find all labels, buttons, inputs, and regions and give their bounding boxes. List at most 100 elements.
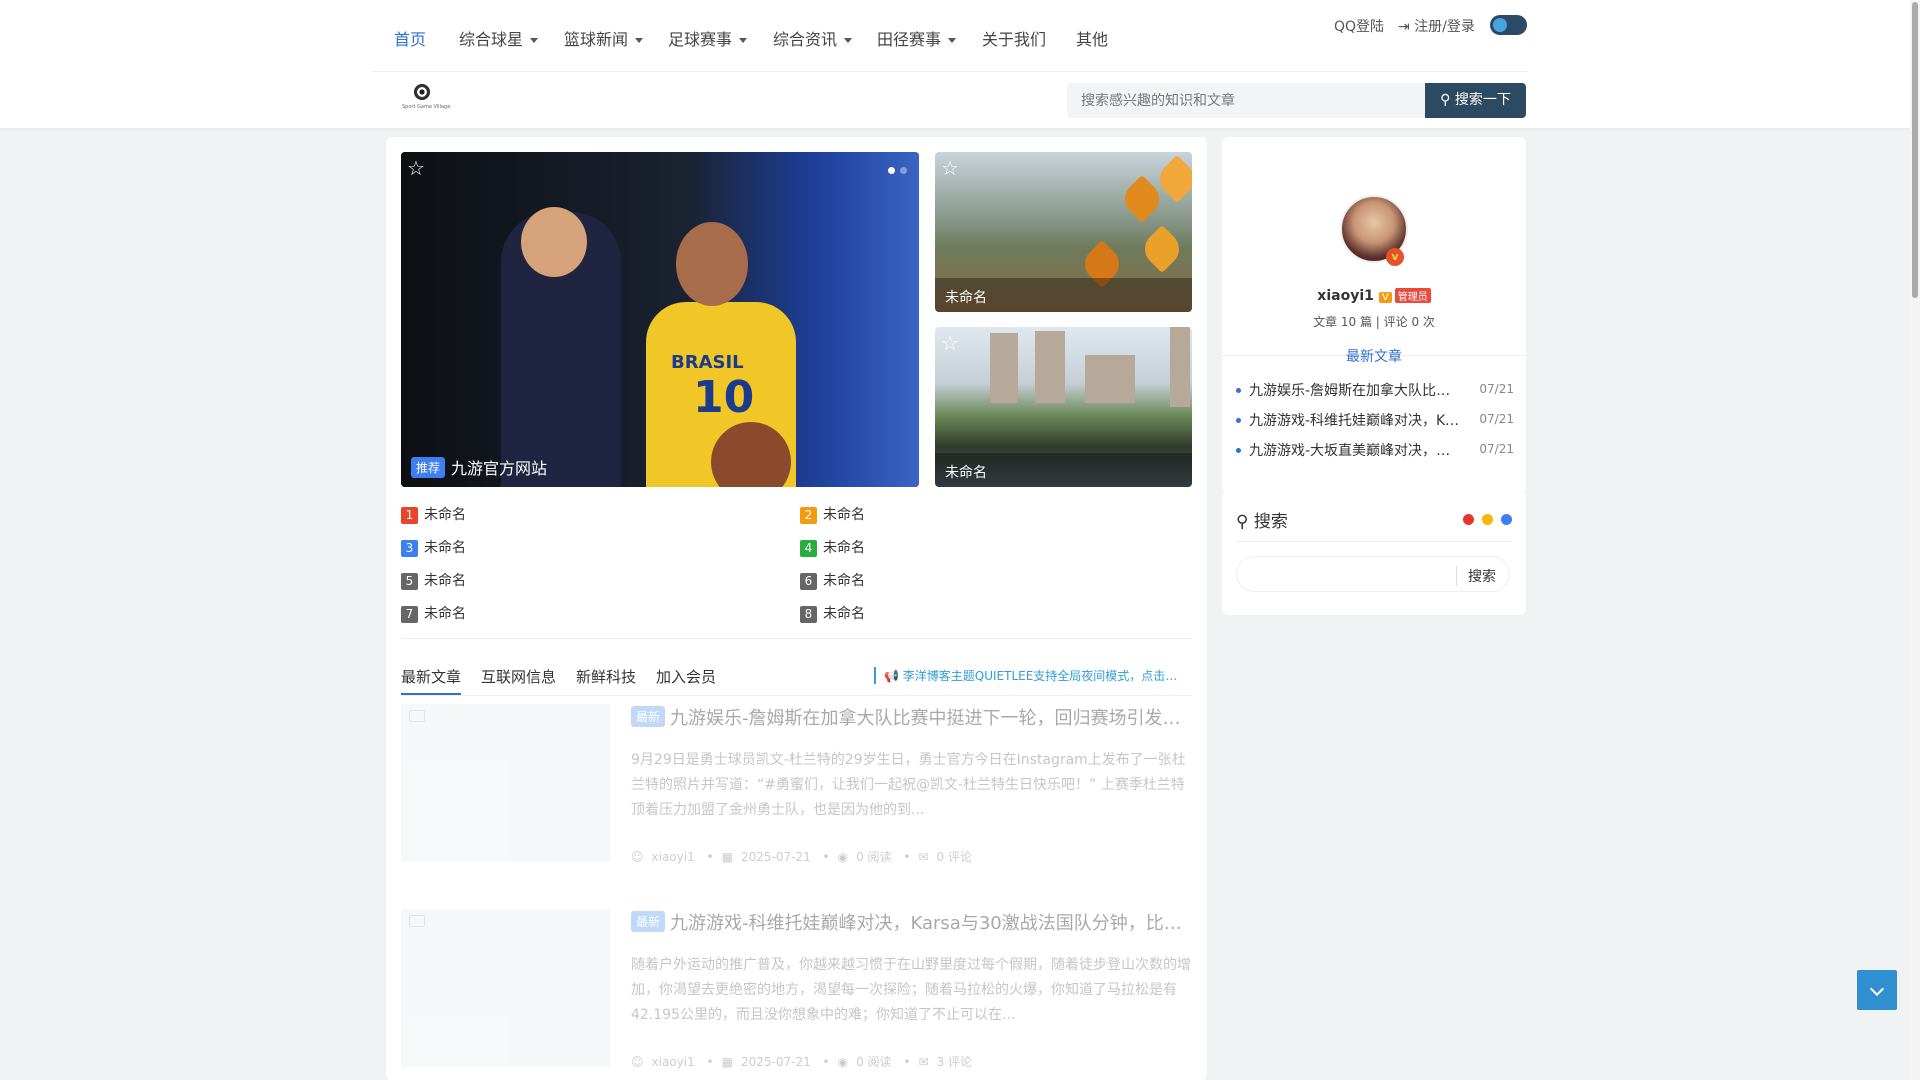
nav-home[interactable]: 首页 — [394, 26, 426, 50]
qq-login-link[interactable]: QQ登陆 — [1334, 16, 1384, 36]
ranked-item-title: 未命名 — [424, 573, 466, 589]
profile-post-item[interactable]: 九游游戏-科维托娃巅峰对决，Karsa与30激战 07/21 — [1236, 410, 1514, 430]
nav-football[interactable]: 足球赛事 — [668, 26, 748, 50]
notice-marquee[interactable]: 📢 李洋博客主题QUIETLEE支持全局夜间模式，点击右上角图标切换 — [874, 667, 1184, 684]
carousel-dot[interactable] — [888, 167, 895, 174]
ranked-item-title: 未命名 — [823, 606, 865, 622]
header-search-button[interactable]: ⚲ 搜索一下 — [1425, 83, 1526, 118]
side-card-autumn[interactable]: ☆ 未命名 — [935, 152, 1192, 312]
article-thumbnail[interactable] — [401, 909, 610, 1067]
profile-stats: 文章 10 篇 | 评论 0 次 — [1313, 315, 1435, 329]
carousel-dot[interactable] — [900, 167, 907, 174]
page-scrollbar[interactable] — [1910, 0, 1920, 1080]
article-title[interactable]: 最新 九游娱乐-詹姆斯在加拿大队比赛中挺进下一轮，回归赛场引发热议 — [631, 704, 1191, 730]
ranked-item[interactable]: 2 未命名 — [800, 504, 865, 524]
recommend-badge: 推荐 — [411, 457, 446, 478]
logo-text: Sport Game Village — [402, 104, 451, 110]
register-login-link[interactable]: ⇥ 注册/登录 — [1398, 16, 1475, 36]
site-logo[interactable]: Sport Game Village — [402, 84, 450, 114]
calendar-icon: ▦ — [721, 1055, 733, 1069]
profile-post-item[interactable]: 九游游戏-大坂直美巅峰对决，莱巴金娜 07/21 — [1236, 440, 1514, 460]
image-icon — [409, 710, 425, 722]
tab-internet[interactable]: 互联网信息 — [481, 666, 556, 687]
profile-post-item[interactable]: 九游娱乐-詹姆斯在加拿大队比赛中挺进下一轮 07/21 — [1236, 380, 1514, 400]
nav-athletics[interactable]: 田径赛事 — [877, 26, 957, 50]
article-meta: ☺ xiaoyi1 • ▦ 2025-07-21 • ◉ 0 阅读 • ✉ 0 评论 — [631, 850, 972, 864]
ranked-item-title: 未命名 — [823, 573, 865, 589]
tab-latest[interactable]: 最新文章 — [401, 666, 462, 695]
star-icon[interactable]: ☆ — [941, 156, 959, 180]
ranked-item[interactable]: 8 未命名 — [800, 603, 865, 623]
carousel-caption[interactable]: 推荐 九游官方网站 — [411, 455, 547, 479]
eye-icon: ◉ — [837, 1055, 849, 1069]
article-title[interactable]: 最新 九游游戏-科维托娃巅峰对决，Karsa与30激战法国队分钟，比分胶着 — [631, 909, 1191, 935]
rank-number: 6 — [800, 573, 817, 590]
chevron-down-icon — [948, 38, 957, 43]
nav-stars-label: 综合球星 — [459, 30, 524, 49]
ranked-item[interactable]: 3 未命名 — [401, 537, 466, 557]
side-card-city[interactable]: ☆ 未命名 — [935, 327, 1192, 487]
article-meta: ☺ xiaoyi1 • ▦ 2025-07-21 • ◉ 0 阅读 • ✉ 3 评论 — [631, 1055, 972, 1069]
verified-badge-icon: v — [1386, 248, 1404, 266]
chevron-down-icon — [530, 38, 539, 43]
profile-post-title: 九游游戏-大坂直美巅峰对决，莱巴金娜 — [1249, 443, 1463, 459]
header-search-input[interactable] — [1067, 83, 1425, 118]
widget-search-button[interactable]: 搜索 — [1456, 566, 1496, 586]
profile-post-date: 07/21 — [1479, 412, 1514, 426]
ranked-item[interactable]: 6 未命名 — [800, 570, 865, 590]
blue-dot — [1501, 514, 1512, 525]
article-comments[interactable]: 3 评论 — [937, 1055, 972, 1069]
article-date: 2025-07-21 — [740, 850, 811, 864]
profile-name[interactable]: xiaoyi1 V 管理员 — [1222, 288, 1526, 304]
article-comments[interactable]: 0 评论 — [937, 850, 972, 864]
side-card-caption: 未命名 — [935, 453, 1192, 487]
tab-membership[interactable]: 加入会员 — [656, 666, 716, 687]
divider — [1236, 541, 1512, 542]
calendar-icon: ▦ — [721, 850, 733, 864]
article-item[interactable]: 最新 九游娱乐-詹姆斯在加拿大队比赛中挺进下一轮，回归赛场引发热议 9月29日是勇… — [401, 704, 1192, 864]
nav-other[interactable]: 其他 — [1076, 26, 1108, 50]
profile-post-title: 九游游戏-科维托娃巅峰对决，Karsa与30激战 — [1249, 413, 1463, 429]
nav-athletics-label: 田径赛事 — [877, 30, 942, 49]
rank-number: 2 — [800, 507, 817, 524]
theme-toggle[interactable] — [1490, 15, 1527, 35]
nav-stars[interactable]: 综合球星 — [459, 26, 539, 50]
article-excerpt: 9月29日是勇士球员凯文-杜兰特的29岁生日，勇士官方今日在Instagram上… — [631, 752, 1186, 818]
article-thumbnail[interactable] — [401, 704, 610, 862]
article-excerpt: 随着户外运动的推广普及，你越来越习惯于在山野里度过每个假期，随着徒步登山次数的增… — [631, 957, 1191, 1023]
nav-news[interactable]: 综合资讯 — [773, 26, 853, 50]
article-author[interactable]: xiaoyi1 — [652, 1055, 695, 1069]
nav-about[interactable]: 关于我们 — [982, 26, 1046, 50]
ranked-item-title: 未命名 — [424, 606, 466, 622]
main-nav: 首页 综合球星 篮球新闻 足球赛事 综合资讯 田径赛事 关于我们 其他 QQ登陆… — [372, 0, 1528, 72]
profile-name-text: xiaoyi1 — [1317, 288, 1374, 304]
soccer-ball-icon — [414, 84, 430, 100]
ranked-item[interactable]: 1 未命名 — [401, 504, 466, 524]
nav-news-label: 综合资讯 — [773, 30, 838, 49]
red-dot — [1463, 514, 1474, 525]
nav-basketball-label: 篮球新闻 — [564, 30, 629, 49]
profile-post-date: 07/21 — [1479, 382, 1514, 396]
search-widget: ⚲ 搜索 搜索 — [1222, 491, 1526, 615]
profile-latest-label: 最新文章 — [1346, 349, 1402, 365]
ranked-item[interactable]: 4 未命名 — [800, 537, 865, 557]
article-views: 0 阅读 — [856, 1055, 892, 1069]
featured-carousel[interactable]: BRASIL 10 ☆ 推荐 九游官方网站 — [401, 152, 919, 487]
megaphone-icon: 📢 — [884, 669, 903, 683]
article-item[interactable]: 最新 九游游戏-科维托娃巅峰对决，Karsa与30激战法国队分钟，比分胶着 随着户… — [401, 909, 1192, 1069]
sign-in-icon: ⇥ — [1398, 19, 1415, 35]
ranked-item[interactable]: 7 未命名 — [401, 603, 466, 623]
article-title-text: 九游娱乐-詹姆斯在加拿大队比赛中挺进下一轮，回归赛场引发热议 — [670, 708, 1191, 729]
eye-icon: ◉ — [837, 850, 849, 864]
back-to-top-button[interactable] — [1857, 970, 1897, 1010]
tab-tech[interactable]: 新鲜科技 — [576, 666, 636, 687]
ranked-item[interactable]: 5 未命名 — [401, 570, 466, 590]
chevron-down-icon — [844, 38, 853, 43]
star-icon[interactable]: ☆ — [407, 156, 425, 180]
new-badge: 最新 — [631, 706, 666, 727]
star-icon[interactable]: ☆ — [941, 331, 959, 355]
scrollbar-thumb[interactable] — [1912, 2, 1918, 298]
article-author[interactable]: xiaoyi1 — [652, 850, 695, 864]
nav-basketball[interactable]: 篮球新闻 — [564, 26, 644, 50]
search-icon: ⚲ — [1440, 92, 1455, 108]
